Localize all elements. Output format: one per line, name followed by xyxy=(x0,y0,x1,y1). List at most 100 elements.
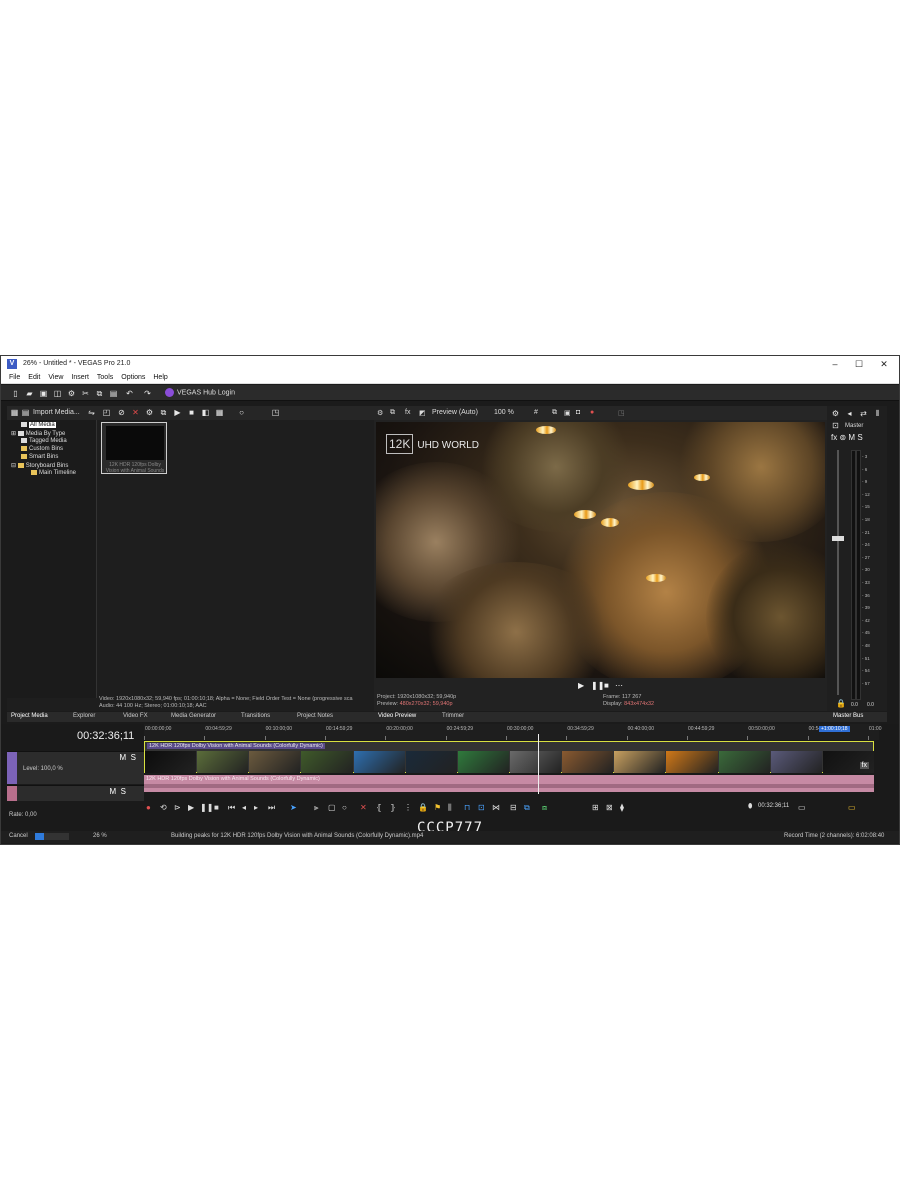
master-mute-button[interactable]: M xyxy=(848,433,855,442)
video-track-header[interactable]: M S Level: 100,0 % xyxy=(7,751,144,784)
playback-rate[interactable]: Rate: 0,00 xyxy=(9,812,37,818)
import-icon[interactable]: ▤ xyxy=(21,408,30,417)
menu-edit[interactable]: Edit xyxy=(28,374,40,381)
playhead-cursor[interactable] xyxy=(538,734,539,794)
audio-solo-button[interactable]: S xyxy=(121,787,126,796)
downmix-icon[interactable]: ⇄ xyxy=(859,409,868,418)
delete-icon[interactable]: ✕ xyxy=(131,408,140,417)
menu-insert[interactable]: Insert xyxy=(71,374,89,381)
remove-icon[interactable]: ⊘ xyxy=(117,408,126,417)
media-fx-icon[interactable]: ⚙ xyxy=(145,408,154,417)
more-icon[interactable]: ⋯ xyxy=(615,681,623,690)
scripts-icon[interactable]: ⊠ xyxy=(606,803,613,812)
tab-trimmer[interactable]: Trimmer xyxy=(442,713,464,719)
external-monitor-icon[interactable]: ⧉ xyxy=(390,409,395,417)
split-icon[interactable]: ⋮ xyxy=(404,803,412,812)
new-file-icon[interactable]: ▯ xyxy=(11,389,20,398)
vegas-hub-login-button[interactable]: VEGAS Hub Login xyxy=(165,388,235,397)
undo-icon[interactable]: ↶ xyxy=(125,389,134,398)
menu-options[interactable]: Options xyxy=(121,374,145,381)
get-media-icon[interactable]: ◰ xyxy=(102,408,111,417)
video-clip[interactable]: 12K HDR 120fps Dolby Vision with Animal … xyxy=(144,741,874,773)
lock-icon[interactable]: 🔒 xyxy=(836,699,846,708)
video-level[interactable]: Level: 100,0 % xyxy=(23,766,63,772)
play-icon[interactable]: ▶ xyxy=(578,681,584,690)
video-solo-button[interactable]: S xyxy=(131,753,136,762)
clip-fx-button[interactable]: fx xyxy=(859,762,869,769)
tree-item-media-by-type[interactable]: ⊞ Media By Type xyxy=(11,430,65,438)
tab-project-media[interactable]: Project Media xyxy=(11,713,48,719)
tree-item-storyboard-bins[interactable]: ⊟ Storyboard Bins xyxy=(11,462,68,470)
overlays-icon[interactable]: # xyxy=(534,409,538,416)
render-icon[interactable]: ◫ xyxy=(53,389,62,398)
region-icon[interactable]: ⫼ xyxy=(448,803,452,813)
crossfade-icon[interactable]: ⋈ xyxy=(492,803,500,812)
menu-tools[interactable]: Tools xyxy=(97,374,113,381)
media-thumbnail[interactable]: 12K HDR 120fps Dolby Vision with Animal … xyxy=(101,422,167,474)
tree-item-all-media[interactable]: All Media xyxy=(21,422,56,430)
master-settings-icon[interactable]: ⚙ xyxy=(831,409,840,418)
preview-zoom[interactable]: 100 % xyxy=(494,409,514,416)
play-media-icon[interactable]: ▶ xyxy=(173,408,182,417)
save-icon[interactable]: ▣ xyxy=(39,389,48,398)
group-icon[interactable]: ⧈ xyxy=(542,803,547,813)
tab-master-bus[interactable]: Master Bus xyxy=(833,713,863,719)
stop-icon[interactable]: ■ xyxy=(604,681,609,690)
go-to-end-icon[interactable]: ⏭ xyxy=(268,803,275,813)
tree-item-tagged-media[interactable]: Tagged Media xyxy=(21,438,67,446)
auto-ripple-icon[interactable]: ⊡ xyxy=(478,803,485,812)
tab-video-fx[interactable]: Video FX xyxy=(123,713,148,719)
menu-file[interactable]: File xyxy=(9,374,20,381)
trim-icon[interactable]: ✂ xyxy=(81,389,90,398)
tab-media-generator[interactable]: Media Generator xyxy=(171,713,216,719)
timeline-stop-icon[interactable]: ■ xyxy=(214,803,219,812)
go-to-start-icon[interactable]: ⏮ xyxy=(228,803,235,813)
media-fx-chain-icon[interactable]: ⧉ xyxy=(159,408,168,417)
media-view-icon[interactable]: ▦ xyxy=(10,408,19,417)
loop-icon[interactable]: ⟲ xyxy=(160,803,167,812)
trim-end-icon[interactable]: ⦄ xyxy=(390,803,396,812)
tag-icon[interactable]: ◧ xyxy=(201,408,210,417)
views-icon[interactable]: ▦ xyxy=(215,408,224,417)
next-frame-icon[interactable]: ▸ xyxy=(254,803,258,812)
audio-clip[interactable]: 12K HDR 120fps Dolby Vision with Animal … xyxy=(144,775,874,792)
lock-clip-icon[interactable]: 🔒 xyxy=(418,803,428,812)
audio-track-header[interactable]: M S xyxy=(7,785,144,801)
master-fx-button[interactable]: fx xyxy=(831,433,837,442)
split-track-icon[interactable]: ⧫ xyxy=(620,803,624,812)
meter-icon[interactable]: ⫴ xyxy=(873,409,882,418)
open-folder-icon[interactable]: ▰ xyxy=(25,389,34,398)
preview-quality-dropdown[interactable]: Preview (Auto) xyxy=(432,409,478,416)
media-filter-icon[interactable]: ◳ xyxy=(271,408,280,417)
save-snapshot-icon[interactable]: ▣ xyxy=(564,409,571,417)
zoom-tool-icon[interactable]: ○ xyxy=(342,803,347,812)
master-fader-knob[interactable] xyxy=(832,536,844,541)
split-screen-icon[interactable]: ◩ xyxy=(419,409,426,417)
close-button[interactable]: ✕ xyxy=(873,358,895,370)
video-fx-icon[interactable]: fx xyxy=(405,409,410,416)
selection-length-icon[interactable]: ▭ xyxy=(848,803,856,812)
envelope-tool-icon[interactable]: ⫸ xyxy=(314,803,319,813)
preview-settings-icon[interactable]: ⚙ xyxy=(377,409,383,417)
maximize-button[interactable]: ☐ xyxy=(848,358,870,370)
tree-item-main-timeline[interactable]: Main Timeline xyxy=(31,470,76,478)
cancel-button[interactable]: Cancel xyxy=(9,833,28,839)
tree-item-smart-bins[interactable]: Smart Bins xyxy=(21,454,58,462)
timecode-display[interactable]: 00:32:36;11 xyxy=(77,730,134,742)
pause-icon[interactable]: ❚❚ xyxy=(591,681,604,690)
timeline-ruler[interactable]: 00:00:00;00 00:04:59;29 00:10:00;00 00:14:5… xyxy=(144,724,881,740)
normal-edit-tool-icon[interactable]: ➤ xyxy=(290,803,297,812)
selection-tool-icon[interactable]: ▢ xyxy=(328,803,336,812)
copy-snapshot-icon[interactable]: ⧉ xyxy=(552,409,557,417)
copy-icon[interactable]: ⧉ xyxy=(95,389,104,398)
timeline-pause-icon[interactable]: ❚❚ xyxy=(200,803,213,812)
redo-icon[interactable]: ↷ xyxy=(143,389,152,398)
snapping-icon[interactable]: ⊓ xyxy=(464,803,470,812)
record-button[interactable]: ● xyxy=(146,803,151,812)
marker-icon[interactable]: ⚑ xyxy=(434,803,441,812)
capture-icon[interactable]: ⇋ xyxy=(87,408,96,417)
tab-explorer[interactable]: Explorer xyxy=(73,713,95,719)
audio-mute-button[interactable]: M xyxy=(110,787,117,796)
tab-video-preview[interactable]: Video Preview xyxy=(378,713,416,719)
menu-help[interactable]: Help xyxy=(153,374,167,381)
